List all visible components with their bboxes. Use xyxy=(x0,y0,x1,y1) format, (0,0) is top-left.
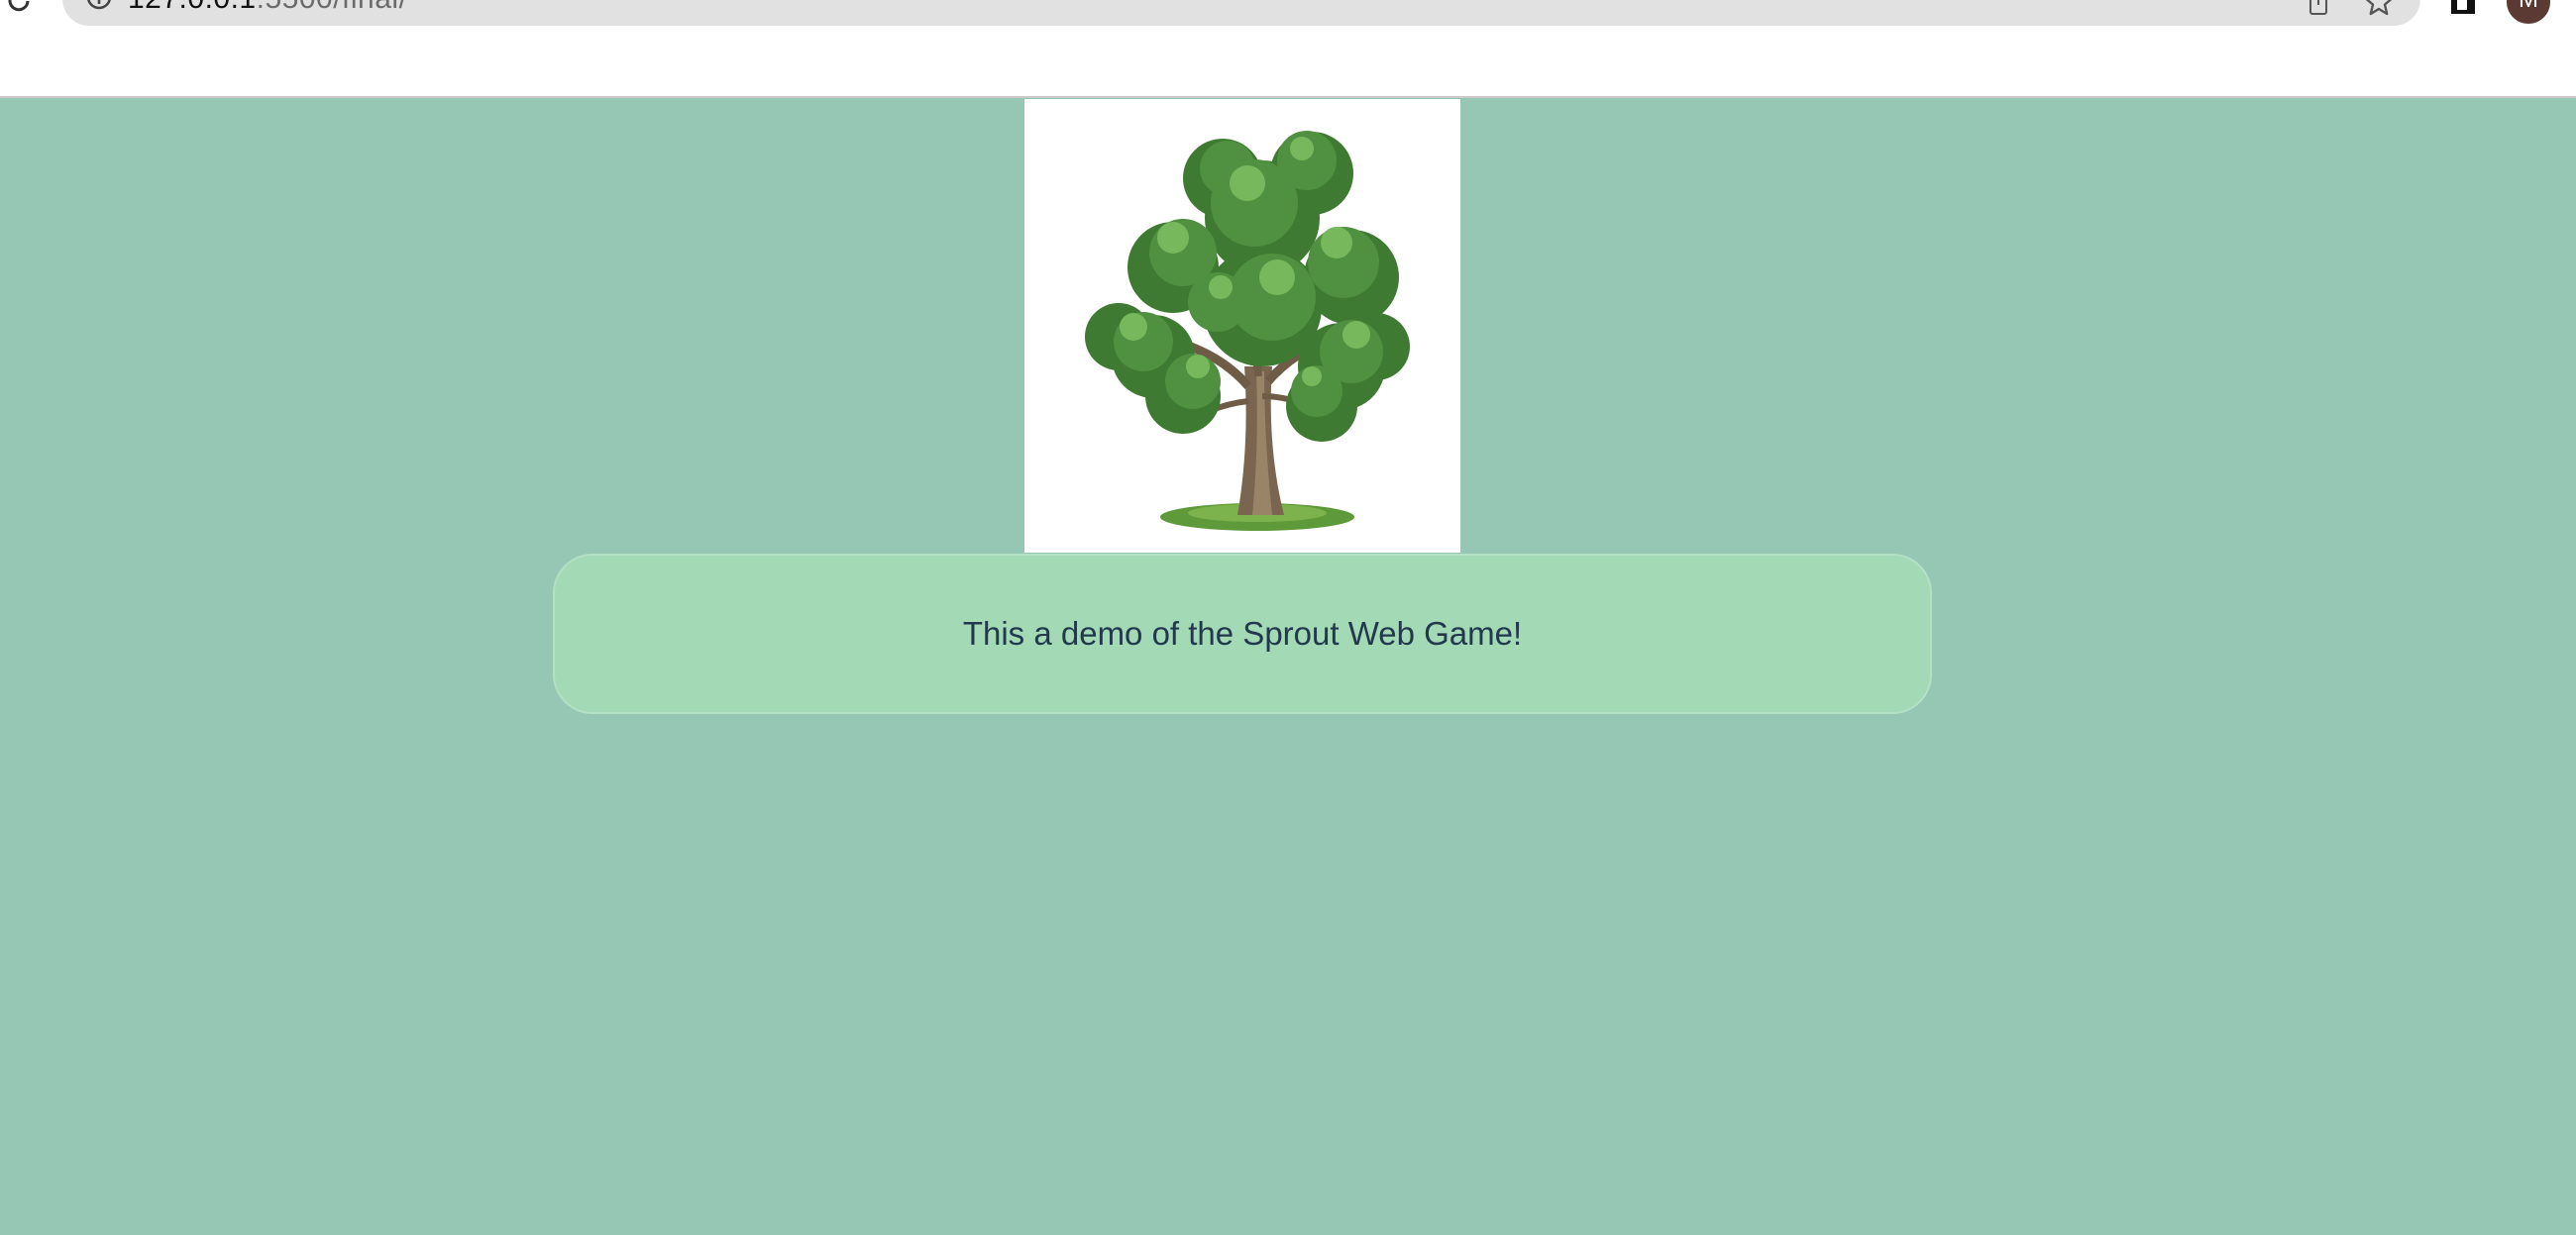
url-host: 127.0.0.1 xyxy=(128,0,257,15)
avatar-initial: M xyxy=(2507,0,2550,12)
info-icon[interactable] xyxy=(84,0,114,12)
avatar[interactable]: M xyxy=(2507,0,2550,24)
tree-illustration-icon xyxy=(1085,131,1410,531)
tree-image xyxy=(1024,99,1460,553)
url-text[interactable]: 127.0.0.1:5500/final/ xyxy=(128,0,407,26)
star-icon[interactable] xyxy=(2363,0,2395,18)
reload-icon[interactable] xyxy=(4,0,34,16)
share-icon[interactable] xyxy=(2306,0,2331,16)
address-bar[interactable]: 127.0.0.1:5500/final/ xyxy=(62,0,2420,26)
message-box: This a demo of the Sprout Web Game! xyxy=(553,554,1932,714)
page-body: This a demo of the Sprout Web Game! xyxy=(0,98,2576,1235)
url-path: :5500/final/ xyxy=(257,0,408,15)
message-text: This a demo of the Sprout Web Game! xyxy=(962,615,1523,652)
browser-toolbar: 127.0.0.1:5500/final/ M xyxy=(0,0,2576,98)
extension-icon[interactable] xyxy=(2449,0,2477,14)
